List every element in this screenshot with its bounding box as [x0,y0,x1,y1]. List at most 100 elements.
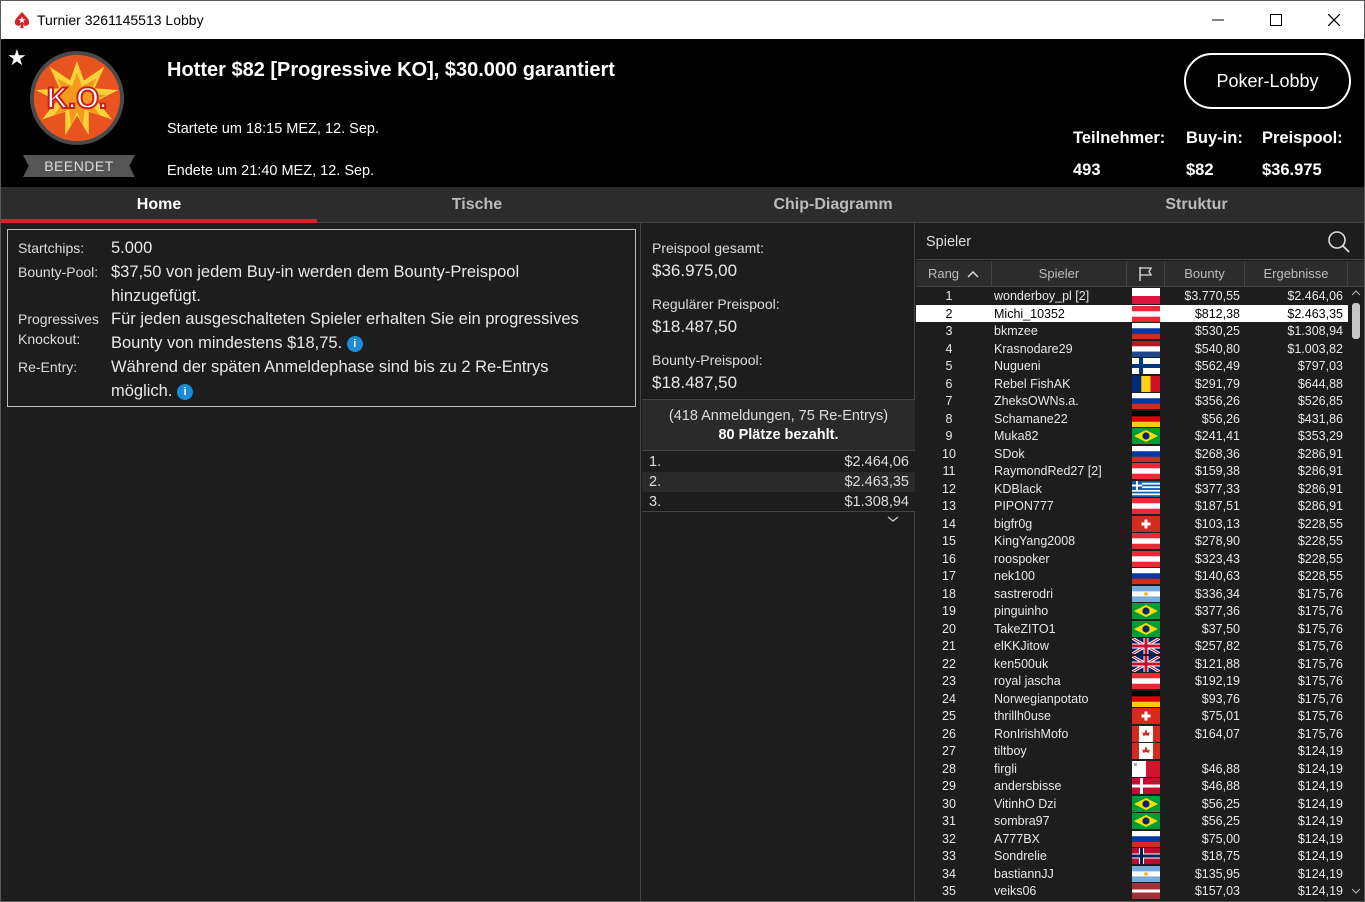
table-row[interactable]: 17 nek100 $140,63 $228,55 [916,567,1348,585]
country-flag-icon [1132,830,1160,847]
table-row[interactable]: 4 Krasnodare29 $540,80 $1.003,82 [916,340,1348,358]
table-row[interactable]: 30 VitinhO Dzi $56,25 $124,19 [916,795,1348,813]
player-bounty: $268,36 [1194,446,1240,461]
table-row[interactable]: 22 ken500uk $121,88 $175,76 [916,655,1348,673]
player-name: Nugueni [994,359,1041,373]
status-badge: BEENDET [23,155,135,177]
country-flag-icon [1132,393,1160,409]
scroll-up-icon[interactable] [1351,289,1361,297]
player-rank: 35 [942,884,956,898]
table-row[interactable]: 14 bigfr0g $103,13 $228,55 [916,515,1348,533]
table-row[interactable]: 20 TakeZITO1 $37,50 $175,76 [916,620,1348,638]
country-flag-icon [1132,323,1160,339]
minimize-button[interactable] [1189,1,1247,39]
table-row[interactable]: 5 Nugueni $562,49 $797,03 [916,357,1348,375]
player-bounty: $140,63 [1194,569,1240,583]
table-row[interactable]: 35 veiks06 $157,03 $124,19 [916,882,1348,899]
scroll-down-icon[interactable] [1351,887,1361,895]
player-result: $228,55 [1297,534,1343,548]
player-result: $797,03 [1297,359,1343,373]
player-name: SDok [994,446,1025,461]
player-name: KingYang2008 [994,534,1076,548]
table-row[interactable]: 29 andersbisse $46,88 $124,19 [916,777,1348,795]
player-name: VitinhO Dzi [994,796,1057,811]
table-row[interactable]: 18 sastrerodri $336,34 $175,76 [916,585,1348,603]
table-row[interactable]: 25 thrillh0use $75,01 $175,76 [916,707,1348,725]
bounty-pool-label: Bounty-Pool: [18,264,99,280]
table-row[interactable]: 27 tiltboy $124,19 [916,742,1348,760]
country-flag-icon [1132,515,1160,532]
table-row[interactable]: 11 RaymondRed27 [2] $159,38 $286,91 [916,462,1348,480]
player-name: firgli [994,761,1017,776]
poker-lobby-button[interactable]: Poker-Lobby [1184,53,1351,109]
table-row[interactable]: 12 KDBlack $377,33 $286,91 [916,480,1348,498]
tab-home[interactable]: Home [1,187,317,223]
logo-text: K.O. [47,82,107,115]
prizepool-value: $36.975 [1262,161,1322,179]
table-row[interactable]: 6 Rebel FishAK $291,79 $644,88 [916,375,1348,393]
tab-structure[interactable]: Struktur [1029,187,1364,223]
table-row[interactable]: 31 sombra97 $56,25 $124,19 [916,812,1348,830]
table-row[interactable]: 24 Norwegianpotato $93,76 $175,76 [916,690,1348,708]
player-list-scrollbar[interactable] [1349,287,1364,899]
player-bounty: $377,33 [1194,481,1240,496]
prize-panel: Preispool gesamt: $36.975,00 Regulärer P… [642,223,915,901]
table-row[interactable]: 3 bkmzee $530,25 $1.308,94 [916,322,1348,340]
table-row[interactable]: 8 Schamane22 $56,26 $431,86 [916,410,1348,428]
player-result: $644,88 [1297,376,1343,391]
table-row[interactable]: 10 SDok $268,36 $286,91 [916,445,1348,463]
table-row[interactable]: 16 roospoker $323,43 $228,55 [916,550,1348,568]
tab-tables[interactable]: Tische [317,187,637,223]
table-row[interactable]: 9 Muka82 $241,41 $353,29 [916,427,1348,445]
table-row[interactable]: 33 Sondrelie $18,75 $124,19 [916,847,1348,865]
search-icon[interactable] [1327,230,1351,254]
column-header-result[interactable]: Ergebnisse [1245,261,1348,287]
player-rank: 13 [942,499,956,513]
player-name: bkmzee [994,324,1038,338]
player-name: Schamane22 [994,411,1068,426]
column-header-rank[interactable]: Rang [916,261,992,287]
column-header-country[interactable] [1127,261,1165,287]
scrollbar-thumb[interactable] [1352,303,1360,339]
tab-chip-chart[interactable]: Chip-Diagramm [637,187,1029,223]
country-flag-icon [1132,620,1160,637]
table-row[interactable]: 23 royal jascha $192,19 $175,76 [916,672,1348,690]
player-rank: 21 [942,639,956,653]
expand-chevron-icon[interactable] [886,514,900,524]
table-row[interactable]: 15 KingYang2008 $278,90 $228,55 [916,532,1348,550]
table-row[interactable]: 1 wonderboy_pl [2] $3.770,55 $2.464,06 [916,287,1348,305]
maximize-button[interactable] [1247,1,1305,39]
table-row[interactable]: 28 firgli $46,88 $124,19 [916,760,1348,778]
minimize-icon [1212,19,1224,21]
table-row[interactable]: 26 RonIrishMofo $164,07 $175,76 [916,725,1348,743]
table-row[interactable]: 32 A777BX $75,00 $124,19 [916,830,1348,848]
table-row[interactable]: 13 PIPON777 $187,51 $286,91 [916,497,1348,515]
player-name: nek100 [994,569,1036,583]
table-row[interactable]: 21 elKKJitow $257,82 $175,76 [916,637,1348,655]
player-result: $124,19 [1297,814,1343,828]
reentry-label: Re-Entry: [18,359,78,375]
country-flag-icon [1132,638,1160,654]
buyin-value: $82 [1186,161,1214,179]
column-header-player[interactable]: Spieler [992,261,1127,287]
favorite-star-icon[interactable]: ★ [7,45,27,71]
player-rank: 4 [945,341,953,356]
reentry-value-wrap: Während der späten Anmeldephase sind bis… [111,355,611,403]
table-row[interactable]: 7 ZheksOWNs.a. $356,26 $526,85 [916,392,1348,410]
column-header-bounty[interactable]: Bounty [1165,261,1245,287]
table-row[interactable]: 19 pinguinho $377,36 $175,76 [916,602,1348,620]
info-icon[interactable]: i [346,336,363,352]
player-rank: 20 [942,621,956,636]
player-rank: 24 [942,691,956,706]
table-row[interactable]: 34 bastiannJJ $135,95 $124,19 [916,865,1348,883]
pokerstars-spade-icon [14,11,30,29]
player-bounty: $241,41 [1194,429,1240,443]
end-time: Endete um 21:40 MEZ, 12. Sep. [167,163,375,179]
player-result: $1.003,82 [1287,341,1343,356]
buyin-label: Buy-in: [1186,129,1243,147]
player-rank: 9 [945,429,953,443]
country-flag-icon [1132,568,1160,584]
info-icon[interactable]: i [177,384,194,400]
table-row[interactable]: 2 Michi_10352 $812,38 $2.463,35 [916,304,1348,322]
close-button[interactable] [1305,1,1363,39]
